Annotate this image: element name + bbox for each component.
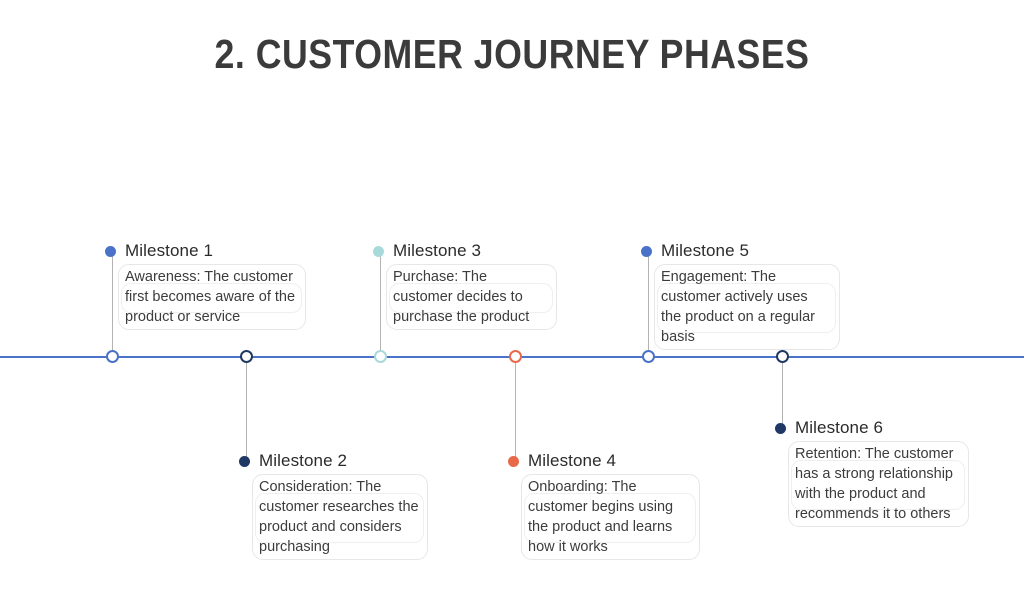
timeline-marker-3[interactable] bbox=[373, 350, 387, 363]
milestone-header-1: Milestone 1 bbox=[105, 241, 295, 261]
milestone-block-3[interactable]: Milestone 3 Purchase: The customer decide… bbox=[373, 241, 563, 331]
milestone-label-2: Milestone 2 bbox=[259, 451, 348, 470]
milestone-block-5[interactable]: Milestone 5 Engagement: The customer acti… bbox=[641, 241, 840, 351]
milestone-description-3: Purchase: The customer decides to purcha… bbox=[386, 264, 557, 331]
milestone-label-3: Milestone 3 bbox=[393, 241, 482, 260]
timeline-marker-1[interactable] bbox=[105, 350, 119, 363]
milestone-dot-icon-1 bbox=[105, 245, 116, 257]
milestone-header-2: Milestone 2 bbox=[239, 451, 429, 471]
milestone-header-5: Milestone 5 bbox=[641, 241, 831, 261]
milestone-label-1: Milestone 1 bbox=[125, 241, 214, 260]
milestone-label-6: Milestone 6 bbox=[795, 418, 884, 437]
milestone-block-6[interactable]: Milestone 6 Retention: The customer has a… bbox=[775, 418, 969, 528]
timeline-marker-2[interactable] bbox=[239, 350, 253, 363]
milestone-dot-icon-6 bbox=[775, 422, 786, 434]
milestone-description-1: Awareness: The customer first becomes aw… bbox=[118, 264, 306, 331]
milestone-dot-icon-4 bbox=[508, 455, 519, 467]
timeline-marker-4[interactable] bbox=[508, 350, 522, 363]
milestone-dot-icon-2 bbox=[239, 455, 250, 467]
milestone-dot-icon-3 bbox=[373, 245, 384, 257]
timeline-marker-5[interactable] bbox=[641, 350, 655, 363]
milestone-description-4: Onboarding: The customer begins using th… bbox=[521, 474, 700, 561]
slide-canvas: 2. CUSTOMER JOURNEY PHASES Milestone 1 Aw… bbox=[0, 0, 1024, 597]
milestone-block-4[interactable]: Milestone 4 Onboarding: The customer begi… bbox=[508, 451, 700, 561]
milestone-description-5: Engagement: The customer actively uses t… bbox=[654, 264, 840, 351]
milestone-description-2: Consideration: The customer researches t… bbox=[252, 474, 428, 561]
milestone-connector-4 bbox=[515, 357, 516, 461]
milestone-block-2[interactable]: Milestone 2 Consideration: The customer r… bbox=[239, 451, 429, 561]
milestone-header-6: Milestone 6 bbox=[775, 418, 965, 438]
milestone-header-3: Milestone 3 bbox=[373, 241, 563, 261]
milestone-label-4: Milestone 4 bbox=[528, 451, 617, 470]
page-title: 2. CUSTOMER JOURNEY PHASES bbox=[214, 31, 810, 77]
milestone-dot-icon-5 bbox=[641, 245, 652, 257]
milestone-description-6: Retention: The customer has a strong rel… bbox=[788, 441, 969, 528]
milestone-header-4: Milestone 4 bbox=[508, 451, 698, 471]
timeline-marker-6[interactable] bbox=[775, 350, 789, 363]
milestone-label-5: Milestone 5 bbox=[661, 241, 750, 260]
milestone-connector-2 bbox=[246, 357, 247, 461]
milestone-block-1[interactable]: Milestone 1 Awareness: The customer first… bbox=[105, 241, 306, 331]
